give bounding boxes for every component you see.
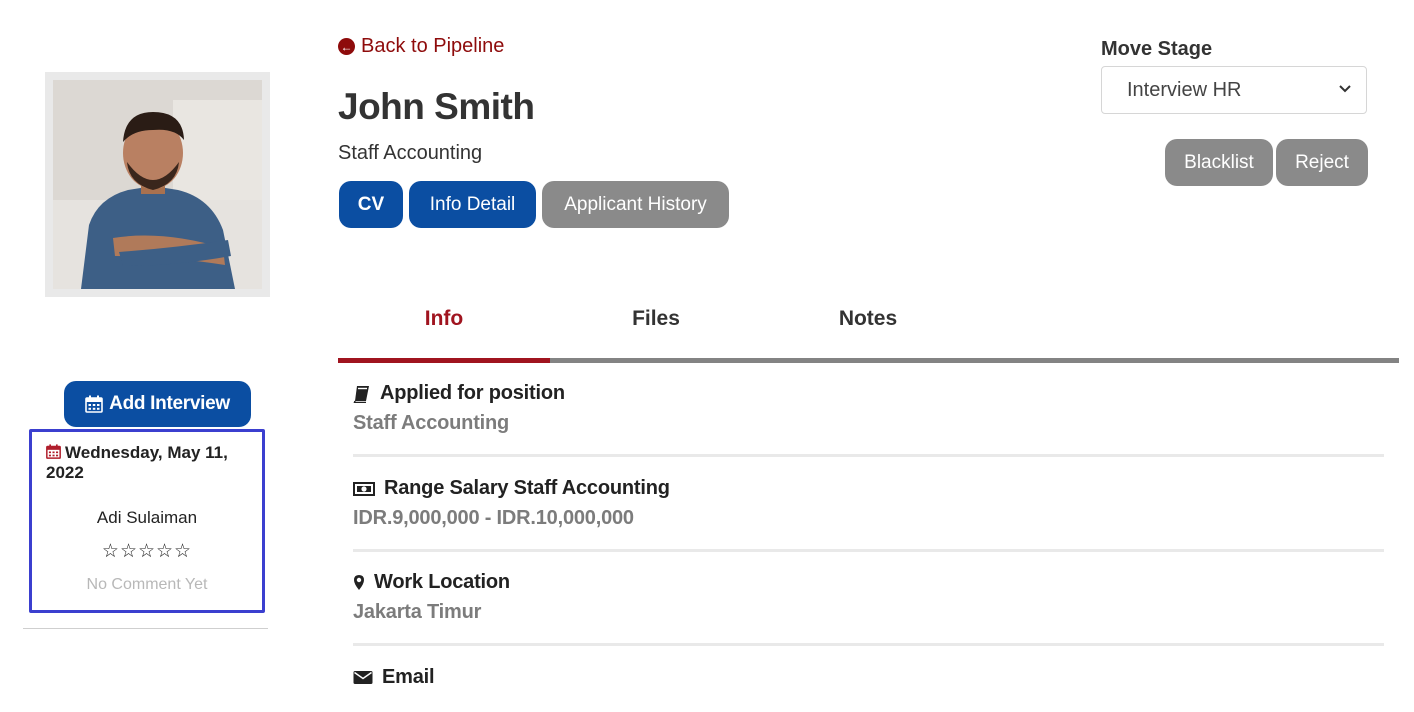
- move-stage-label: Move Stage: [1101, 38, 1213, 60]
- reject-button[interactable]: Reject: [1276, 139, 1368, 186]
- add-interview-button[interactable]: Add Interview: [64, 381, 251, 427]
- back-to-pipeline-link[interactable]: ← Back to Pipeline: [338, 35, 504, 58]
- move-stage-selected: Interview HR: [1127, 78, 1242, 101]
- calendar-icon: [85, 395, 103, 413]
- profile-photo: [53, 80, 262, 289]
- back-link-label: Back to Pipeline: [361, 35, 505, 57]
- add-interview-label: Add Interview: [109, 393, 230, 414]
- work-location-value: Jakarta Timur: [353, 601, 482, 623]
- info-detail-button[interactable]: Info Detail: [409, 181, 536, 228]
- tab-info[interactable]: Info: [338, 307, 550, 331]
- work-location-label: Work Location: [353, 571, 510, 594]
- tab-files[interactable]: Files: [550, 307, 762, 331]
- applied-position-value: Staff Accounting: [353, 412, 510, 434]
- interviewer-name: Adi Sulaiman: [96, 508, 198, 527]
- applied-position-label-text: Applied for position: [380, 382, 565, 404]
- salary-range-label-text: Range Salary Staff Accounting: [384, 477, 670, 499]
- email-label: Email: [353, 666, 435, 689]
- calendar-icon: [46, 444, 61, 459]
- interview-date: Wednesday, May 11, 2022: [46, 443, 246, 483]
- book-icon: [353, 385, 369, 403]
- applied-position-label: Applied for position: [353, 382, 565, 405]
- work-location-label-text: Work Location: [374, 571, 510, 593]
- divider: [353, 549, 1384, 552]
- chevron-down-icon: [1339, 85, 1351, 93]
- salary-range-value: IDR.9,000,000 - IDR.10,000,000: [353, 507, 634, 529]
- candidate-name: John Smith: [338, 86, 535, 127]
- arrow-left-circle-icon: ←: [338, 38, 355, 55]
- interview-date-text: Wednesday, May 11, 2022: [46, 443, 228, 482]
- blacklist-button[interactable]: Blacklist: [1165, 139, 1273, 186]
- applicant-history-button[interactable]: Applicant History: [542, 181, 729, 228]
- interview-card[interactable]: Wednesday, May 11, 2022 Adi Sulaiman ☆☆☆…: [29, 429, 265, 613]
- tab-active-indicator: [338, 358, 550, 363]
- divider: [353, 454, 1384, 457]
- map-marker-icon: [354, 575, 364, 590]
- profile-photo-frame: [45, 72, 270, 297]
- move-stage-select[interactable]: Interview HR: [1101, 66, 1367, 114]
- salary-range-label: Range Salary Staff Accounting: [353, 477, 670, 500]
- divider: [23, 628, 268, 629]
- cv-button[interactable]: CV: [339, 181, 403, 228]
- email-label-text: Email: [382, 666, 435, 688]
- candidate-position: Staff Accounting: [338, 142, 483, 164]
- rating-stars[interactable]: ☆☆☆☆☆: [32, 540, 262, 563]
- envelope-icon: [353, 671, 373, 684]
- money-icon: [353, 481, 375, 496]
- interview-comment: No Comment Yet: [86, 576, 208, 593]
- tab-notes[interactable]: Notes: [762, 307, 974, 331]
- divider: [353, 643, 1384, 646]
